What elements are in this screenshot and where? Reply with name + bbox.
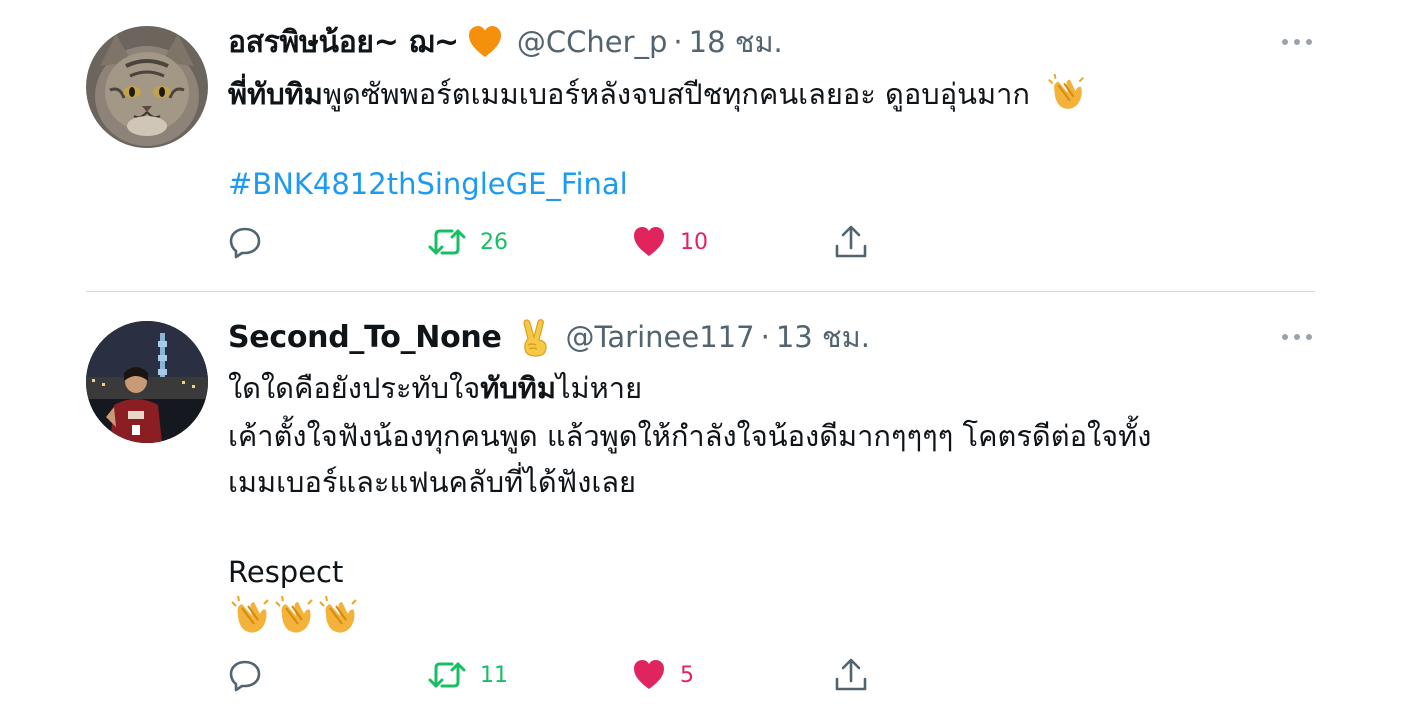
tweet-header: อสรพิษน้อย~ ฌ~ @CCher_p · 18 ชม. <box>228 22 783 62</box>
retweet-button[interactable]: 11 <box>428 658 508 692</box>
share-button[interactable] <box>834 657 868 693</box>
clapping-hands-icon <box>1045 72 1087 114</box>
display-name[interactable]: อสรพิษน้อย~ ฌ~ <box>228 19 459 66</box>
share-button[interactable] <box>834 224 868 260</box>
tweet-text: พี่ทับทิมพูดซัพพอร์ตเมมเบอร์หลังจบสปีชทุ… <box>228 72 1087 114</box>
like-button[interactable]: 10 <box>632 225 708 259</box>
heart-icon <box>634 660 664 689</box>
reply-icon <box>229 660 261 692</box>
avatar[interactable] <box>86 26 208 148</box>
more-options-icon[interactable] <box>1282 39 1312 45</box>
retweet-count: 11 <box>480 662 508 688</box>
share-icon <box>835 658 867 691</box>
clapping-hands-icon <box>272 594 316 638</box>
reply-button[interactable] <box>228 658 262 692</box>
tweet-text-line: เค้าตั้งใจฟังน้องทุกคนพูด แล้วพูดให้กำลั… <box>228 419 1152 453</box>
user-handle[interactable]: @CCher_p <box>517 25 668 59</box>
emoji-row <box>228 594 360 640</box>
tweet-text-line: Respect <box>228 555 344 589</box>
display-name[interactable]: Second_To_None <box>228 320 502 355</box>
tweet-header: Second_To_None @Tarinee117 · 13 ชม. <box>228 317 870 357</box>
tweet-text-body: พูดซัพพอร์ตเมมเบอร์หลังจบสปีชทุกคนเลยอะ … <box>322 77 1030 111</box>
tweet[interactable]: Second_To_None @Tarinee117 · 13 ชม. ใดใด… <box>0 292 1424 720</box>
share-icon <box>835 225 867 258</box>
like-button[interactable]: 5 <box>632 658 694 692</box>
separator-dot: · <box>673 25 683 59</box>
orange-heart-icon <box>467 24 503 60</box>
retweet-icon <box>428 662 466 688</box>
tweet-text-line: เมมเบอร์และแฟนคลับที่ได้ฟังเลย <box>228 465 637 499</box>
heart-icon <box>634 227 664 256</box>
tweet-text-body: ใดใดคือยังประทับใจ <box>228 371 481 405</box>
mention-bold: ทับทิม <box>480 371 556 405</box>
user-handle[interactable]: @Tarinee117 <box>566 320 755 354</box>
tweet[interactable]: อสรพิษน้อย~ ฌ~ @CCher_p · 18 ชม. พี่ทับท… <box>0 0 1424 291</box>
retweet-button[interactable]: 26 <box>428 225 508 259</box>
tweet-timestamp[interactable]: 13 ชม. <box>776 314 870 360</box>
separator-dot: · <box>760 320 770 354</box>
retweet-icon <box>428 229 466 255</box>
tweet-text-line: ใดใดคือยังประทับใจทับทิมไม่หาย <box>228 368 642 408</box>
reply-button[interactable] <box>228 225 262 259</box>
reply-icon <box>229 227 261 259</box>
retweet-count: 26 <box>480 229 508 255</box>
tweet-text-body: ไม่หาย <box>555 371 643 405</box>
clapping-hands-icon <box>316 594 360 638</box>
mention-bold: พี่ทับทิม <box>228 77 323 111</box>
victory-hand-icon <box>516 319 552 357</box>
tweet-timestamp[interactable]: 18 ชม. <box>689 19 783 65</box>
more-options-icon[interactable] <box>1282 334 1312 340</box>
like-count: 10 <box>680 229 708 255</box>
avatar[interactable] <box>86 321 208 443</box>
hashtag-link[interactable]: #BNK4812thSingleGE_Final <box>228 164 628 204</box>
clapping-hands-icon <box>228 594 272 638</box>
like-count: 5 <box>680 662 694 688</box>
